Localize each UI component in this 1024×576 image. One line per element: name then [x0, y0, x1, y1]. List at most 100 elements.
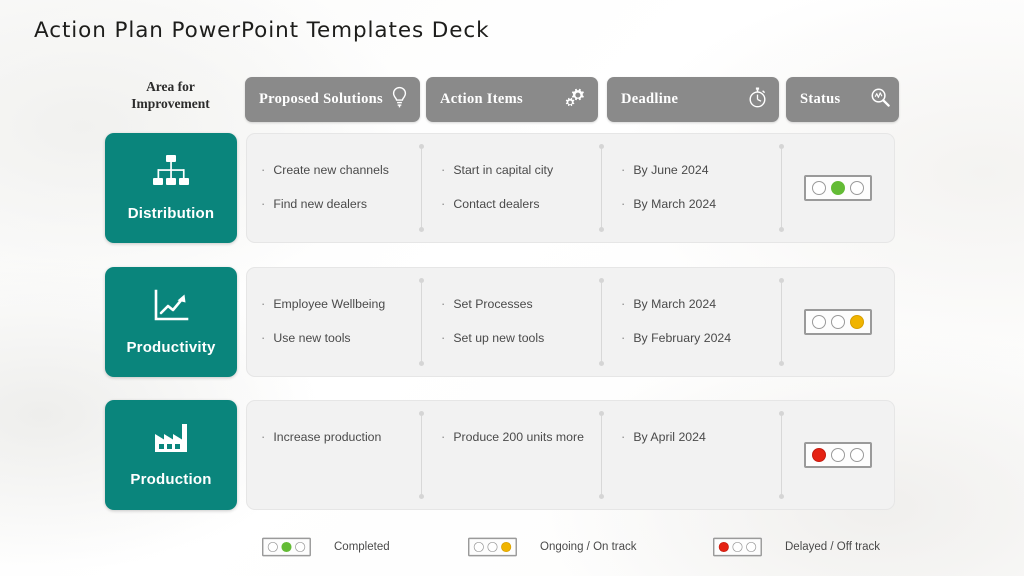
column-divider [419, 144, 424, 232]
list-item: · By June 2024 [621, 160, 781, 180]
factory-icon [151, 422, 191, 461]
status-lamp-amber [850, 448, 864, 462]
area-label-line-1: Area for [146, 79, 195, 94]
legend-label: Delayed / Off track [785, 541, 881, 553]
bullet-dot: · [261, 330, 266, 345]
legend-traffic-light [262, 537, 311, 557]
column-header-label: Action Items [440, 91, 523, 107]
legend-traffic-light [713, 537, 762, 557]
category-label: Production [130, 471, 212, 488]
cell-status [781, 401, 895, 509]
bullet-dot: · [441, 429, 446, 444]
legend-label: Ongoing / On track [540, 541, 637, 553]
org-chart-icon [151, 154, 191, 195]
cell-proposed-solutions: · Employee Wellbeing · Use new tools [261, 268, 421, 362]
list-item: · Produce 200 units more [441, 427, 601, 447]
bullet-dot: · [621, 296, 626, 311]
list-item-text: By June 2024 [633, 163, 709, 177]
column-header-label: Status [800, 91, 841, 107]
status-lamp-green [732, 541, 743, 553]
cell-action-items: · Start in capital city · Contact dealer… [441, 134, 601, 228]
status-lamp-green [281, 541, 292, 553]
list-item: · Start in capital city [441, 160, 601, 180]
legend-label: Completed [334, 541, 390, 553]
magnifier-chart-icon [870, 87, 891, 113]
list-item-text: By February 2024 [633, 331, 732, 345]
column-header-status[interactable]: Status [786, 77, 899, 122]
legend-item-ongoing: Ongoing / On track [468, 534, 637, 560]
cell-action-items: · Set Processes · Set up new tools [441, 268, 601, 362]
legend-traffic-light [468, 537, 517, 557]
column-header-label: Deadline [621, 91, 679, 107]
legend-item-completed: Completed [262, 534, 390, 560]
status-lamp-green [831, 448, 845, 462]
status-lamp-red [812, 315, 826, 329]
table-row: · Increase production · Produce 200 unit… [246, 400, 895, 510]
cell-proposed-solutions: · Create new channels · Find new dealers [261, 134, 421, 228]
list-item-text: Produce 200 units more [453, 430, 584, 444]
status-lamp-red [812, 181, 826, 195]
list-item: · Increase production [261, 427, 421, 447]
list-item-text: Set Processes [453, 297, 533, 311]
category-label: Distribution [127, 205, 215, 222]
cell-status [781, 134, 895, 242]
list-item-text: By March 2024 [633, 297, 717, 311]
list-item-text: Set up new tools [453, 331, 545, 345]
cell-deadline: · By April 2024 [621, 401, 781, 461]
bullet-dot: · [621, 196, 626, 211]
list-item: · Find new dealers [261, 194, 421, 214]
category-tile-production[interactable]: Production [105, 400, 237, 510]
status-badge-traffic-light[interactable] [804, 309, 872, 335]
list-item-text: Employee Wellbeing [273, 297, 386, 311]
status-lamp-green [487, 541, 498, 553]
category-tile-distribution[interactable]: Distribution [105, 133, 237, 243]
list-item: · By February 2024 [621, 328, 781, 348]
bullet-dot: · [261, 296, 266, 311]
list-item-text: Start in capital city [453, 163, 554, 177]
list-item: · Set Processes [441, 294, 601, 314]
list-item: · Contact dealers [441, 194, 601, 214]
list-item: · Set up new tools [441, 328, 601, 348]
status-lamp-amber [850, 315, 864, 329]
status-lamp-amber [295, 541, 306, 553]
cell-deadline: · By March 2024 · By February 2024 [621, 268, 781, 362]
category-label: Productivity [126, 339, 216, 356]
status-lamp-red [812, 448, 826, 462]
list-item: · Employee Wellbeing [261, 294, 421, 314]
table-row: · Employee Wellbeing · Use new tools · S… [246, 267, 895, 377]
bullet-dot: · [441, 330, 446, 345]
legend-item-delayed: Delayed / Off track [713, 534, 880, 560]
list-item: · Create new channels [261, 160, 421, 180]
category-tile-productivity[interactable]: Productivity [105, 267, 237, 377]
status-lamp-green [831, 315, 845, 329]
bullet-dot: · [621, 162, 626, 177]
column-header-deadline[interactable]: Deadline [607, 77, 779, 122]
status-lamp-amber [501, 541, 512, 553]
column-header-label: Proposed Solutions [259, 91, 383, 107]
list-item: · By March 2024 [621, 294, 781, 314]
status-badge-traffic-light[interactable] [804, 442, 872, 468]
column-divider [419, 278, 424, 366]
list-item: · By March 2024 [621, 194, 781, 214]
column-divider [419, 411, 424, 499]
status-badge-traffic-light[interactable] [804, 175, 872, 201]
list-item-text: By March 2024 [633, 197, 717, 211]
status-lamp-red [718, 541, 729, 553]
list-item: · Use new tools [261, 328, 421, 348]
bullet-dot: · [621, 429, 626, 444]
list-item-text: Contact dealers [453, 197, 540, 211]
column-divider [599, 278, 604, 366]
bullet-dot: · [441, 162, 446, 177]
column-header-proposed-solutions[interactable]: Proposed Solutions [245, 77, 420, 122]
stopwatch-icon [748, 86, 767, 114]
cell-status [781, 268, 895, 376]
bullet-dot: · [621, 330, 626, 345]
bullet-dot: · [261, 162, 266, 177]
column-divider [599, 411, 604, 499]
status-lamp-red [267, 541, 278, 553]
list-item-text: Increase production [273, 430, 382, 444]
list-item-text: Create new channels [273, 163, 389, 177]
bullet-dot: · [441, 296, 446, 311]
list-item-text: Find new dealers [273, 197, 367, 211]
column-header-action-items[interactable]: Action Items [426, 77, 598, 122]
